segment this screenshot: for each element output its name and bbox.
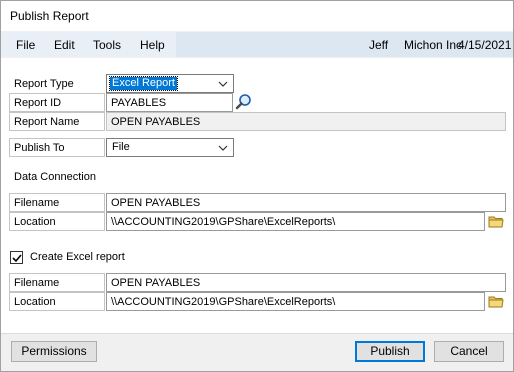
checkmark-icon [12,254,22,263]
report-id-label: Report ID [9,93,105,112]
publish-to-dropdown[interactable]: File [106,138,234,157]
excel-location-field[interactable]: \\ACCOUNTING2019\GPShare\ExcelReports\ [106,292,485,311]
report-id-field[interactable]: PAYABLES [106,93,233,112]
user-name: Jeff [369,38,389,52]
excel-location-label: Location [9,292,105,311]
publish-to-value: File [112,141,130,153]
cancel-button[interactable]: Cancel [434,341,504,362]
publish-report-window: Publish Report File Edit Tools Help Jeff… [0,0,514,372]
menu-edit[interactable]: Edit [54,38,75,52]
report-type-label: Report Type [14,78,74,90]
folder-icon[interactable] [486,212,506,231]
button-bar: Permissions Publish Cancel [1,333,513,371]
report-name-label: Report Name [9,112,105,131]
chevron-down-icon [218,145,228,151]
dc-filename-field[interactable]: OPEN PAYABLES [106,193,506,212]
data-connection-heading: Data Connection [14,171,96,183]
report-type-dropdown[interactable]: Excel Report [106,74,234,93]
window-title: Publish Report [10,9,89,23]
report-type-value: Excel Report [109,76,178,91]
permissions-button[interactable]: Permissions [11,341,97,362]
magnifier-icon[interactable] [234,92,254,111]
excel-filename-field[interactable]: OPEN PAYABLES [106,273,506,292]
menu-file[interactable]: File [16,38,35,52]
dc-filename-label: Filename [9,193,105,212]
menu-bar: File Edit Tools Help Jeff Michon Inc 4/1… [1,32,513,57]
create-excel-checkbox[interactable] [10,251,23,264]
excel-filename-label: Filename [9,273,105,292]
create-excel-label[interactable]: Create Excel report [30,251,125,263]
title-bar: Publish Report [1,1,513,31]
dc-location-field[interactable]: \\ACCOUNTING2019\GPShare\ExcelReports\ [106,212,485,231]
menu-help[interactable]: Help [140,38,165,52]
user-date: 4/15/2021 [458,38,512,52]
publish-to-label: Publish To [9,138,105,157]
folder-icon[interactable] [486,292,506,311]
report-name-field: OPEN PAYABLES [106,112,506,131]
menu-tools[interactable]: Tools [93,38,121,52]
chevron-down-icon [218,81,228,87]
dc-location-label: Location [9,212,105,231]
publish-button[interactable]: Publish [355,341,425,362]
company-name: Michon Inc [404,38,463,52]
